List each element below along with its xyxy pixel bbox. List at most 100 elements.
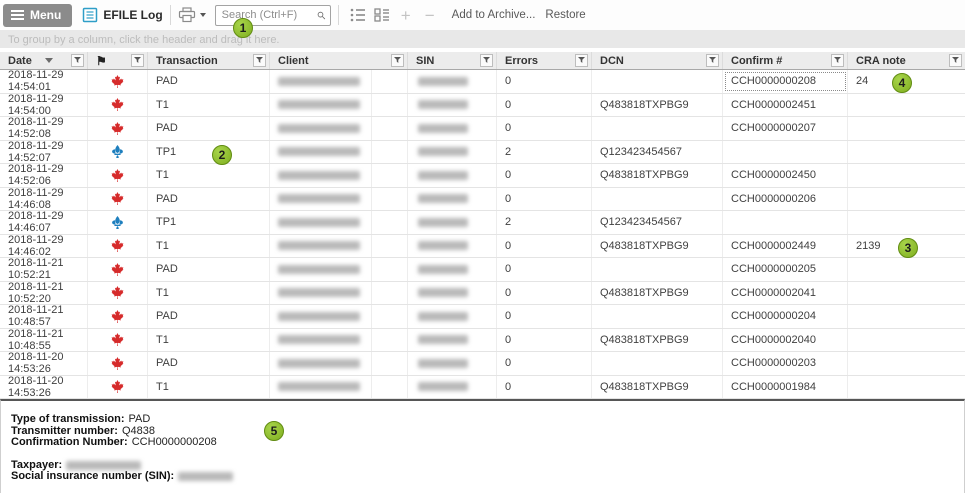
flag-icon: ⚑ [96, 55, 107, 67]
cell-flag [88, 376, 148, 399]
cell-dcn [592, 117, 723, 140]
cell-cra-note [848, 305, 965, 328]
cell-date: 2018-11-21 10:48:55 [0, 329, 88, 352]
cell-sin [408, 141, 497, 164]
cell-confirm-number[interactable]: CCH0000000204 [723, 305, 848, 328]
column-header-date[interactable]: Date [0, 52, 88, 69]
cell-confirm-number[interactable]: CCH0000000208 [723, 70, 848, 93]
table-row[interactable]: 2018-11-29 14:54:01 PAD 0 CCH0000000208 … [0, 70, 965, 94]
column-header-confirm[interactable]: Confirm # [723, 52, 848, 69]
column-header-errors[interactable]: Errors [497, 52, 592, 69]
cell-cra-note [848, 211, 965, 234]
detail-view-button[interactable] [370, 3, 394, 27]
cell-date: 2018-11-29 14:52:07 [0, 141, 88, 164]
cell-flag [88, 258, 148, 281]
filter-icon[interactable] [949, 54, 962, 67]
redacted-sin [418, 265, 468, 274]
cell-dcn [592, 188, 723, 211]
filter-icon[interactable] [575, 54, 588, 67]
filter-icon[interactable] [480, 54, 493, 67]
cell-confirm-number[interactable]: CCH0000002040 [723, 329, 848, 352]
toolbar: Menu EFILE Log [0, 0, 965, 30]
cell-date: 2018-11-29 14:46:08 [0, 188, 88, 211]
table-row[interactable]: 2018-11-21 10:48:57 PAD 0 CCH0000000204 [0, 305, 965, 329]
cell-transaction: PAD [148, 305, 270, 328]
tab-efile-log[interactable]: EFILE Log [82, 7, 162, 23]
search-icon[interactable] [317, 9, 326, 22]
cell-date: 2018-11-21 10:52:20 [0, 282, 88, 305]
cell-confirm-number[interactable]: CCH0000002041 [723, 282, 848, 305]
cell-client [270, 282, 408, 305]
cell-date: 2018-11-29 14:52:06 [0, 164, 88, 187]
cell-cra-note [848, 329, 965, 352]
cell-cra-note [848, 94, 965, 117]
column-header-sin[interactable]: SIN [408, 52, 497, 69]
table-row[interactable]: 2018-11-20 14:53:26 T1 0 Q483818TXPBG9 C… [0, 376, 965, 400]
cell-confirm-number[interactable]: CCH0000000205 [723, 258, 848, 281]
cell-sin [408, 282, 497, 305]
column-header-cra-note[interactable]: CRA note [848, 52, 965, 69]
filter-icon[interactable] [831, 54, 844, 67]
cell-errors: 0 [497, 329, 592, 352]
redacted-sin [418, 359, 468, 368]
table-row[interactable]: 2018-11-29 14:52:08 PAD 0 CCH0000000207 [0, 117, 965, 141]
menu-button[interactable]: Menu [3, 4, 72, 27]
sin-label: Social insurance number (SIN): [11, 471, 174, 483]
table-row[interactable]: 2018-11-29 14:46:08 PAD 0 CCH0000000206 [0, 188, 965, 212]
cell-flag [88, 211, 148, 234]
cell-dcn: Q483818TXPBG9 [592, 94, 723, 117]
restore-button[interactable]: Restore [545, 9, 585, 21]
cell-sin [408, 258, 497, 281]
cell-confirm-number[interactable]: CCH0000002449 [723, 235, 848, 258]
cell-confirm-number[interactable]: CCH0000000203 [723, 352, 848, 375]
print-dropdown-caret-icon[interactable] [200, 13, 206, 17]
table-row[interactable]: 2018-11-29 14:46:02 T1 0 Q483818TXPBG9 C… [0, 235, 965, 259]
annotation-marker-2: 2 [212, 145, 232, 165]
column-header-dcn[interactable]: DCN [592, 52, 723, 69]
filter-icon[interactable] [131, 54, 144, 67]
table-row[interactable]: 2018-11-21 10:52:20 T1 0 Q483818TXPBG9 C… [0, 282, 965, 306]
table-row[interactable]: 2018-11-21 10:48:55 T1 0 Q483818TXPBG9 C… [0, 329, 965, 353]
cell-confirm-number[interactable]: CCH0000000206 [723, 188, 848, 211]
column-header-client[interactable]: Client [270, 52, 408, 69]
table-row[interactable]: 2018-11-29 14:54:00 T1 0 Q483818TXPBG9 C… [0, 94, 965, 118]
filter-icon[interactable] [71, 54, 84, 67]
table-row[interactable]: 2018-11-29 14:52:06 T1 0 Q483818TXPBG9 C… [0, 164, 965, 188]
cell-errors: 0 [497, 258, 592, 281]
table-row[interactable]: 2018-11-20 14:53:26 PAD 0 CCH0000000203 [0, 352, 965, 376]
table-row[interactable]: 2018-11-29 14:52:07 TP1 2 Q123423454567 [0, 141, 965, 165]
menu-button-label: Menu [30, 8, 61, 22]
table-row[interactable]: 2018-11-29 14:46:07 TP1 2 Q123423454567 [0, 211, 965, 235]
filter-icon[interactable] [253, 54, 266, 67]
cell-confirm-number[interactable]: CCH0000000207 [723, 117, 848, 140]
group-by-bar[interactable]: To group by a column, click the header a… [0, 30, 965, 50]
cell-date: 2018-11-29 14:46:02 [0, 235, 88, 258]
column-header-transaction[interactable]: Transaction [148, 52, 270, 69]
canada-maple-leaf-icon [111, 263, 124, 276]
cell-confirm-number[interactable]: CCH0000001984 [723, 376, 848, 399]
print-button[interactable] [178, 7, 206, 23]
cell-client [270, 329, 408, 352]
filter-icon[interactable] [706, 54, 719, 67]
cell-cra-note [848, 117, 965, 140]
cell-sin [408, 305, 497, 328]
cell-sin [408, 70, 497, 93]
add-button: + [394, 3, 418, 27]
cell-confirm-number[interactable]: CCH0000002450 [723, 164, 848, 187]
cell-client [270, 305, 408, 328]
cell-confirm-number[interactable]: CCH0000002451 [723, 94, 848, 117]
redacted-client-name [278, 265, 360, 274]
add-to-archive-button[interactable]: Add to Archive... [452, 9, 536, 21]
cell-flag [88, 164, 148, 187]
cell-errors: 0 [497, 376, 592, 399]
cell-cra-note [848, 188, 965, 211]
cell-confirm-number[interactable] [723, 211, 848, 234]
column-header-flag[interactable]: ⚑ [88, 52, 148, 69]
filter-icon[interactable] [391, 54, 404, 67]
list-view-button[interactable] [346, 3, 370, 27]
cell-sin [408, 211, 497, 234]
table-row[interactable]: 2018-11-21 10:52:21 PAD 0 CCH0000000205 [0, 258, 965, 282]
redacted-taxpayer-name [66, 461, 141, 470]
cell-confirm-number[interactable] [723, 141, 848, 164]
cell-sin [408, 235, 497, 258]
